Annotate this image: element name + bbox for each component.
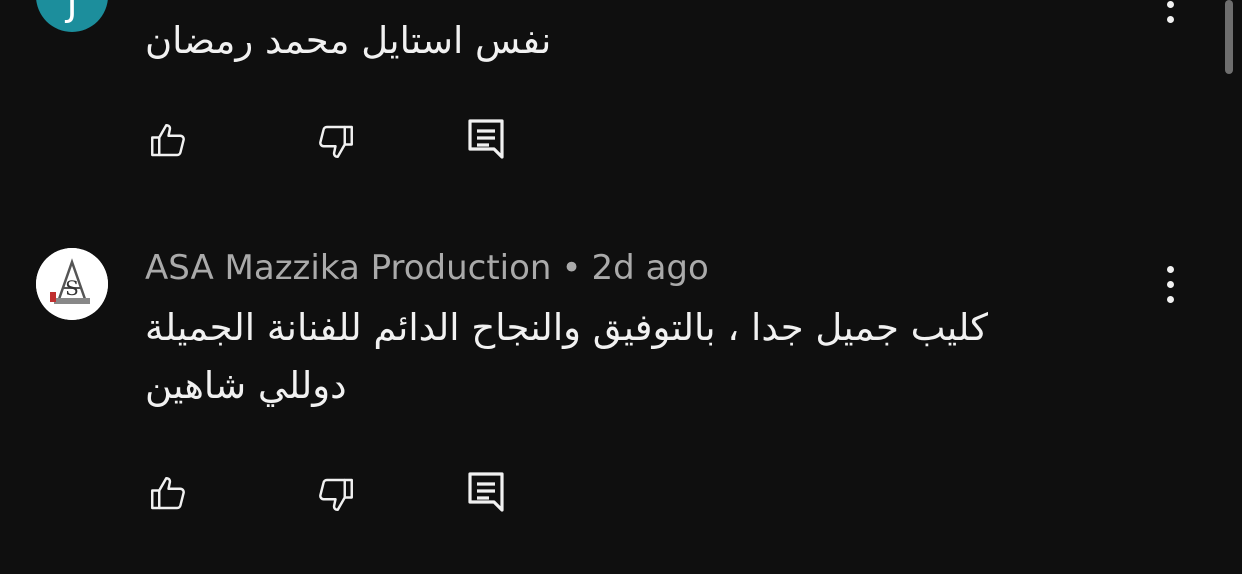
- asa-logo-icon: S: [36, 248, 108, 320]
- comment-text: نفس استايل محمد رمضان: [145, 12, 551, 70]
- dislike-button[interactable]: [312, 470, 360, 518]
- dot-icon: [1166, 0, 1174, 8]
- comment-author-line: ASA Mazzika Production • 2d ago: [145, 248, 709, 288]
- avatar[interactable]: S: [36, 248, 108, 320]
- dot-icon: [1166, 280, 1174, 288]
- reply-icon: [468, 119, 504, 159]
- reply-icon: [468, 472, 504, 512]
- dot-icon: [1166, 265, 1174, 273]
- dot-icon: [1166, 15, 1174, 23]
- svg-text:S: S: [65, 276, 79, 300]
- author-name[interactable]: ASA Mazzika Production: [145, 248, 551, 288]
- thumb-up-icon: [151, 477, 185, 510]
- scrollbar[interactable]: [1225, 0, 1233, 74]
- avatar[interactable]: J: [36, 0, 108, 32]
- avatar-letter: J: [66, 0, 78, 25]
- comment-text-line: كليب جميل جدا ، بالتوفيق والنجاح الدائم …: [145, 306, 988, 349]
- dot-icon: [1166, 295, 1174, 303]
- more-options-button[interactable]: [1152, 0, 1188, 28]
- thumb-up-icon: [151, 124, 185, 157]
- comment-text-line: دوللي شاهين: [145, 364, 347, 407]
- dislike-button[interactable]: [312, 117, 360, 165]
- more-options-button[interactable]: [1152, 260, 1188, 308]
- like-button[interactable]: [144, 117, 192, 165]
- like-button[interactable]: [144, 470, 192, 518]
- reply-button[interactable]: [462, 115, 510, 163]
- comment-text: كليب جميل جدا ، بالتوفيق والنجاح الدائم …: [145, 299, 988, 415]
- separator-dot: •: [561, 248, 582, 288]
- comment-timestamp: 2d ago: [591, 248, 709, 288]
- reply-button[interactable]: [462, 468, 510, 516]
- thumb-down-icon: [319, 478, 353, 511]
- comment-text-line: نفس استايل محمد رمضان: [145, 19, 552, 62]
- thumb-down-icon: [319, 125, 353, 158]
